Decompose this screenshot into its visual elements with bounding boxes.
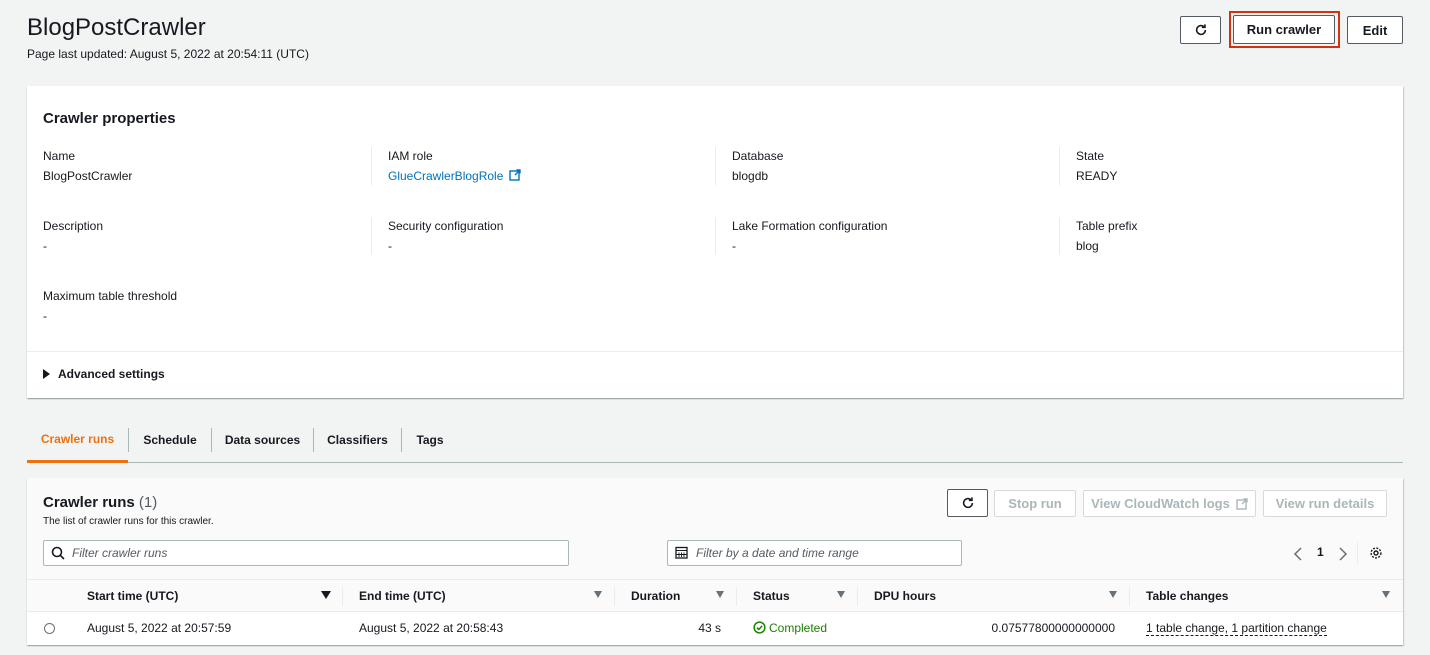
filter-crawler-runs-input[interactable] [70, 545, 490, 561]
tab-crawler-runs[interactable]: Crawler runs [27, 418, 128, 463]
column-table-changes[interactable]: Table changes [1146, 589, 1228, 603]
chevron-left-icon[interactable] [1293, 547, 1303, 561]
prop-name: Name BlogPostCrawler [43, 148, 373, 184]
row-select-radio[interactable] [44, 623, 55, 634]
cell-status: Completed [753, 621, 827, 635]
sort-icon[interactable] [594, 591, 602, 598]
refresh-icon [1195, 24, 1206, 36]
prop-state: State READY [1076, 148, 1406, 184]
runs-description: The list of crawler runs for this crawle… [43, 516, 214, 527]
column-duration[interactable]: Duration [631, 589, 680, 603]
column-status[interactable]: Status [753, 589, 790, 603]
highlight-box [1229, 11, 1340, 48]
prop-label: Lake Formation configuration [732, 219, 888, 233]
crawler-properties-panel: Crawler properties Name BlogPostCrawler … [27, 86, 1403, 398]
table-row[interactable]: August 5, 2022 at 20:57:59 August 5, 202… [27, 612, 1403, 645]
prop-table-prefix: Table prefix blog [1076, 218, 1406, 254]
prop-iam-role: IAM role GlueCrawlerBlogRole [388, 148, 718, 184]
refresh-icon [962, 497, 973, 509]
prop-security-configuration: Security configuration - [388, 218, 718, 254]
crawler-runs-panel: Crawler runs (1) The list of crawler run… [27, 478, 1403, 645]
prop-value: - [388, 239, 392, 253]
edit-button[interactable]: Edit [1347, 16, 1403, 44]
cloudwatch-label: View CloudWatch logs [1091, 496, 1230, 511]
tab-bar: Crawler runs Schedule Data sources Class… [27, 418, 1403, 463]
column-dpu-hours[interactable]: DPU hours [874, 589, 936, 603]
refresh-runs-button[interactable] [947, 489, 988, 517]
advanced-settings-toggle[interactable]: Advanced settings [27, 351, 1403, 398]
prop-value: - [732, 239, 736, 253]
success-icon [753, 621, 766, 634]
panel-title: Crawler properties [43, 110, 176, 127]
prop-value: READY [1076, 169, 1118, 183]
tab-tags[interactable]: Tags [402, 418, 458, 462]
sort-icon[interactable] [1109, 591, 1117, 598]
column-divider [857, 587, 858, 606]
prop-value: BlogPostCrawler [43, 169, 133, 183]
runs-title-text: Crawler runs [43, 494, 135, 511]
sort-icon[interactable] [1382, 591, 1390, 598]
prop-label: Maximum table threshold [43, 289, 178, 303]
column-start-time[interactable]: Start time (UTC) [87, 589, 178, 603]
runs-title: Crawler runs (1) [43, 494, 157, 511]
filter-crawler-runs[interactable] [43, 540, 569, 566]
prop-lake-formation: Lake Formation configuration - [732, 218, 1062, 254]
status-label: Completed [769, 621, 828, 635]
cell-duration: 43 s [698, 621, 721, 635]
prop-label: Security configuration [388, 219, 504, 233]
search-icon [51, 546, 65, 560]
tab-schedule[interactable]: Schedule [129, 418, 211, 462]
prop-value: blogdb [732, 169, 769, 183]
cell-table-changes: 1 table change, 1 partition change [1146, 621, 1327, 636]
tab-data-sources[interactable]: Data sources [212, 418, 313, 462]
table-header: Start time (UTC) End time (UTC) Duration… [27, 579, 1403, 612]
sort-icon[interactable] [837, 591, 845, 598]
page-last-updated: Page last updated: August 5, 2022 at 20:… [27, 47, 309, 61]
caret-right-icon [43, 369, 50, 379]
pager-divider [1357, 542, 1358, 564]
prop-value: - [43, 309, 47, 323]
sort-icon[interactable] [716, 591, 724, 598]
refresh-button[interactable] [1180, 16, 1221, 44]
advanced-settings-label: Advanced settings [58, 367, 165, 381]
column-end-time[interactable]: End time (UTC) [359, 589, 446, 603]
prop-value: GlueCrawlerBlogRole [388, 168, 718, 184]
prop-max-table-threshold: Maximum table threshold - [43, 288, 373, 324]
prop-label: Database [732, 149, 784, 163]
cell-dpu-hours: 0.07577800000000000 [991, 621, 1115, 635]
prop-label: State [1076, 149, 1105, 163]
column-divider [736, 587, 737, 606]
prop-description: Description - [43, 218, 373, 254]
date-range-input[interactable] [694, 545, 929, 561]
page-title: BlogPostCrawler [27, 14, 206, 41]
prop-value: blog [1076, 239, 1099, 253]
prop-label: Name [43, 149, 76, 163]
prop-label: IAM role [388, 149, 433, 163]
chevron-right-icon[interactable] [1338, 547, 1348, 561]
prop-database: Database blogdb [732, 148, 1062, 184]
runs-count: (1) [138, 494, 158, 511]
cell-start-time: August 5, 2022 at 20:57:59 [87, 621, 232, 635]
page-number[interactable]: 1 [1317, 545, 1324, 559]
gear-icon[interactable] [1369, 546, 1383, 560]
external-link-icon[interactable] [509, 169, 521, 181]
column-divider [342, 587, 343, 606]
page-header: BlogPostCrawler Page last updated: Augus… [27, 12, 309, 61]
view-run-details-button[interactable]: View run details [1263, 490, 1387, 517]
column-divider [1129, 587, 1130, 606]
calendar-icon [675, 546, 688, 559]
external-link-icon [1236, 497, 1248, 510]
cell-end-time: August 5, 2022 at 20:58:43 [359, 621, 504, 635]
iam-role-link[interactable]: GlueCrawlerBlogRole [388, 169, 503, 183]
prop-label: Table prefix [1076, 219, 1138, 233]
view-cloudwatch-logs-button[interactable]: View CloudWatch logs [1083, 490, 1256, 517]
column-divider [614, 587, 615, 606]
date-range-filter[interactable] [667, 540, 962, 566]
stop-run-button[interactable]: Stop run [994, 490, 1076, 517]
sort-descending-icon[interactable] [321, 591, 331, 599]
tab-classifiers[interactable]: Classifiers [314, 418, 401, 462]
table-changes-link[interactable]: 1 table change, 1 partition change [1146, 621, 1327, 636]
prop-value: - [43, 239, 47, 253]
prop-label: Description [43, 219, 104, 233]
